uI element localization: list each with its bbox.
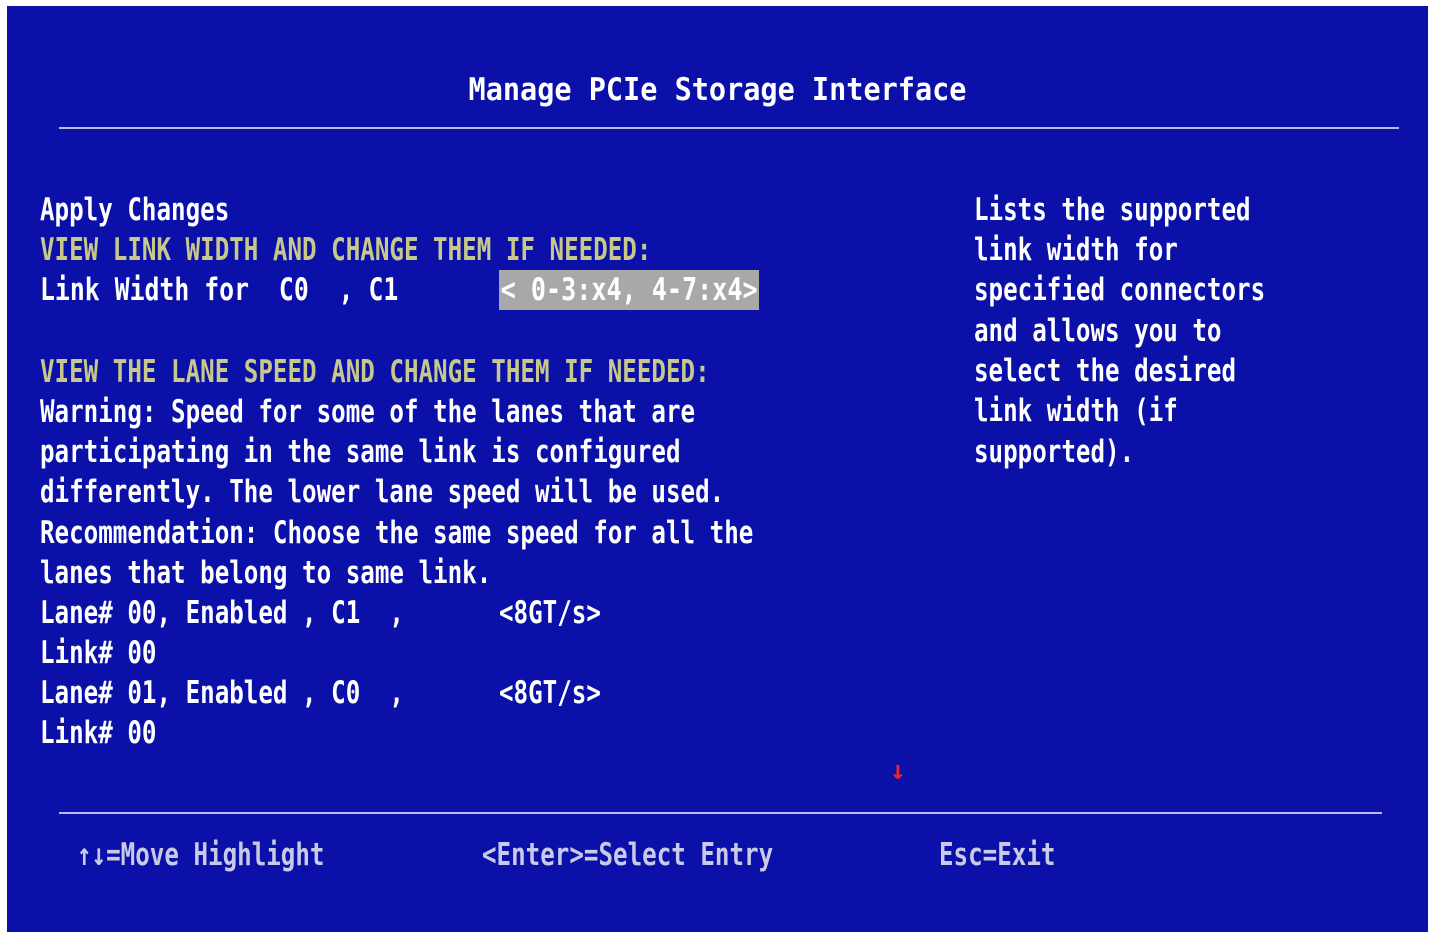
help-text-line: specified connectors <box>974 272 1266 308</box>
footer-exit-hint: Esc=Exit <box>939 837 1056 873</box>
lane-speed-section-header: VIEW THE LANE SPEED AND CHANGE THEM IF N… <box>40 354 710 390</box>
help-text-line: link width for <box>974 232 1178 268</box>
lane-00-label: Lane# 00, Enabled , C1 , <box>40 595 404 631</box>
lane-01-link: Link# 00 <box>40 715 157 751</box>
lane-01-label: Lane# 01, Enabled , C0 , <box>40 675 404 711</box>
title-divider <box>59 127 1399 129</box>
warning-text-line: participating in the same link is config… <box>40 434 681 470</box>
recommendation-text-line: Recommendation: Choose the same speed fo… <box>40 515 754 551</box>
warning-text-line: differently. The lower lane speed will b… <box>40 474 725 510</box>
bios-screen: Manage PCIe Storage Interface Apply Chan… <box>7 6 1428 932</box>
scroll-down-arrow-icon: ↓ <box>890 756 906 786</box>
recommendation-text-line: lanes that belong to same link. <box>40 555 492 591</box>
lane-00-speed-selector[interactable]: <8GT/s> <box>499 593 601 633</box>
help-text-line: link width (if <box>974 393 1178 429</box>
help-text-line: and allows you to <box>974 313 1222 349</box>
link-width-selector[interactable]: < 0-3:x4, 4-7:x4> <box>499 270 760 310</box>
help-text-line: select the desired <box>974 353 1237 389</box>
apply-changes-item[interactable]: Apply Changes <box>40 190 229 230</box>
link-width-section-header: VIEW LINK WIDTH AND CHANGE THEM IF NEEDE… <box>40 232 652 268</box>
help-text-line: Lists the supported <box>974 192 1251 228</box>
footer-divider <box>59 812 1382 814</box>
warning-text-line: Warning: Speed for some of the lanes tha… <box>40 394 696 430</box>
help-text-line: supported). <box>974 434 1135 470</box>
footer-select-entry-hint: <Enter>=Select Entry <box>482 837 774 873</box>
page-title: Manage PCIe Storage Interface <box>468 72 967 108</box>
lane-00-link: Link# 00 <box>40 635 157 671</box>
link-width-label: Link Width for C0 , C1 <box>40 272 399 308</box>
footer-move-highlight-hint: ↑↓=Move Highlight <box>77 837 325 873</box>
lane-01-speed-selector[interactable]: <8GT/s> <box>499 673 601 713</box>
